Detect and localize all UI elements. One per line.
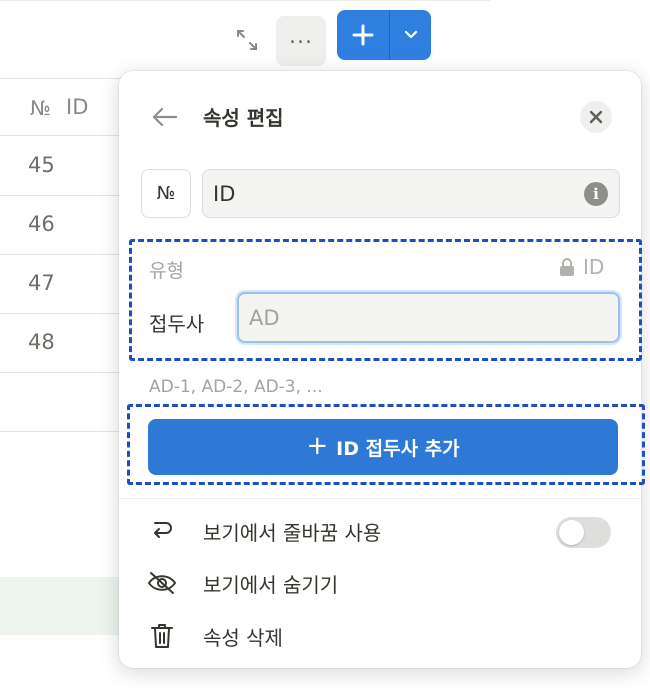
type-label: 유형: [149, 260, 184, 282]
close-icon: [589, 110, 603, 124]
toolbar-divider: [0, 0, 490, 1]
more-icon: ...: [289, 23, 313, 49]
number-icon: №: [156, 183, 176, 204]
plus-icon: [352, 24, 374, 46]
close-button[interactable]: [580, 101, 612, 133]
prefix-input-wrapper[interactable]: [237, 292, 620, 343]
plus-icon: +: [306, 430, 329, 461]
eye-off-icon: [147, 568, 177, 598]
property-name-field[interactable]: ID i: [202, 169, 620, 218]
prefix-example: AD-1, AD-2, AD-3, ...: [149, 377, 323, 397]
back-button[interactable]: [149, 101, 181, 133]
property-name-value: ID: [213, 181, 236, 206]
chevron-down-icon: [404, 30, 417, 39]
add-id-prefix-button[interactable]: + ID 접두사 추가: [148, 419, 618, 475]
lock-icon: [560, 258, 574, 276]
table-cell-id: 47: [28, 271, 55, 295]
panel-divider: [119, 498, 641, 499]
prefix-label: 접두사: [149, 312, 205, 336]
more-options-button[interactable]: ...: [276, 16, 326, 66]
expand-button[interactable]: [232, 25, 262, 55]
menu-item-label: 보기에서 숨기기: [203, 572, 339, 597]
number-icon: №: [30, 96, 51, 120]
expand-icon: [237, 30, 257, 50]
table-cell-id: 48: [28, 330, 55, 354]
type-value-text: ID: [583, 255, 605, 279]
prefix-input[interactable]: [249, 305, 618, 330]
add-id-prefix-label: ID 접두사 추가: [336, 437, 460, 460]
type-value: ID: [559, 255, 604, 279]
table-cell-id: 46: [28, 212, 55, 236]
info-icon[interactable]: i: [584, 182, 608, 206]
arrow-left-icon: [152, 107, 178, 127]
wrap-icon: [147, 516, 177, 546]
menu-item-label: 속성 삭제: [203, 625, 283, 650]
menu-item-label: 보기에서 줄바꿈 사용: [203, 520, 382, 545]
toggle-knob: [559, 520, 584, 545]
new-dropdown-button[interactable]: [390, 10, 431, 60]
menu-item-hide-in-view[interactable]: 보기에서 숨기기: [147, 568, 338, 598]
new-button[interactable]: [337, 10, 431, 60]
menu-item-wrap-in-view[interactable]: 보기에서 줄바꿈 사용: [147, 516, 381, 546]
new-item-button[interactable]: [337, 10, 389, 60]
column-header-label: ID: [66, 95, 89, 119]
wrap-toggle[interactable]: [556, 517, 611, 548]
menu-item-delete-property[interactable]: 속성 삭제: [147, 621, 283, 651]
property-icon-button[interactable]: №: [141, 169, 191, 218]
trash-icon: [147, 621, 177, 651]
panel-title: 속성 편집: [203, 106, 284, 130]
table-cell-id: 45: [28, 153, 55, 177]
edit-property-panel: 속성 편집 № ID i 유형 ID 접두사 AD-1, AD-2, AD-3,…: [119, 71, 645, 668]
